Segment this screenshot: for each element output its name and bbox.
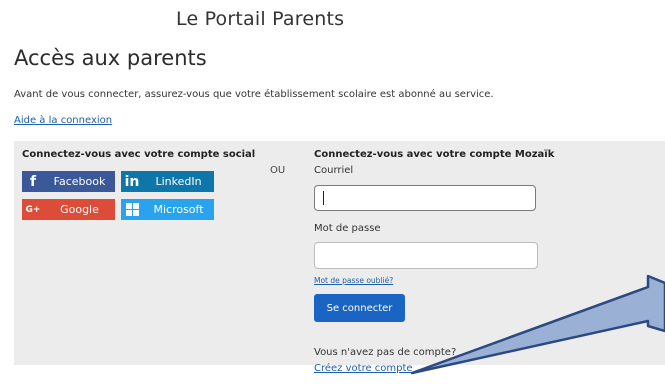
microsoft-label: Microsoft: [153, 203, 204, 216]
microsoft-icon: [121, 199, 143, 220]
facebook-label: Facebook: [53, 175, 106, 188]
linkedin-button[interactable]: in LinkedIn: [121, 171, 214, 192]
intro-text: Avant de vous connecter, assurez-vous qu…: [14, 89, 494, 100]
email-label: Courriel: [314, 165, 354, 176]
facebook-icon: f: [29, 173, 37, 190]
google-button[interactable]: G+ Google: [22, 199, 115, 220]
help-link[interactable]: Aide à la connexion: [14, 115, 112, 126]
linkedin-icon: in: [124, 173, 140, 190]
text-caret: [323, 191, 324, 205]
social-login-title: Connectez-vous avec votre compte social: [22, 149, 256, 160]
page-title: Accès aux parents: [14, 46, 207, 70]
no-account-text: Vous n'avez pas de compte?: [314, 347, 457, 358]
email-field[interactable]: [314, 185, 536, 211]
microsoft-button[interactable]: Microsoft: [121, 199, 214, 220]
linkedin-label: LinkedIn: [155, 175, 202, 188]
forgot-password-link[interactable]: Mot de passe oublié?: [314, 276, 393, 285]
password-label: Mot de passe: [314, 223, 381, 234]
or-separator: OU: [270, 165, 286, 176]
login-panel: Connectez-vous avec votre compte social …: [14, 141, 665, 374]
google-label: Google: [60, 203, 99, 216]
facebook-button[interactable]: f Facebook: [22, 171, 115, 192]
site-title: Le Portail Parents: [176, 8, 345, 30]
google-icon: G+: [25, 204, 41, 215]
password-field[interactable]: [314, 242, 538, 269]
mozaik-login-title: Connectez-vous avec votre compte Mozaïk: [314, 149, 555, 160]
login-button[interactable]: Se connecter: [314, 294, 405, 322]
create-account-link[interactable]: Créez votre compte: [314, 363, 413, 374]
